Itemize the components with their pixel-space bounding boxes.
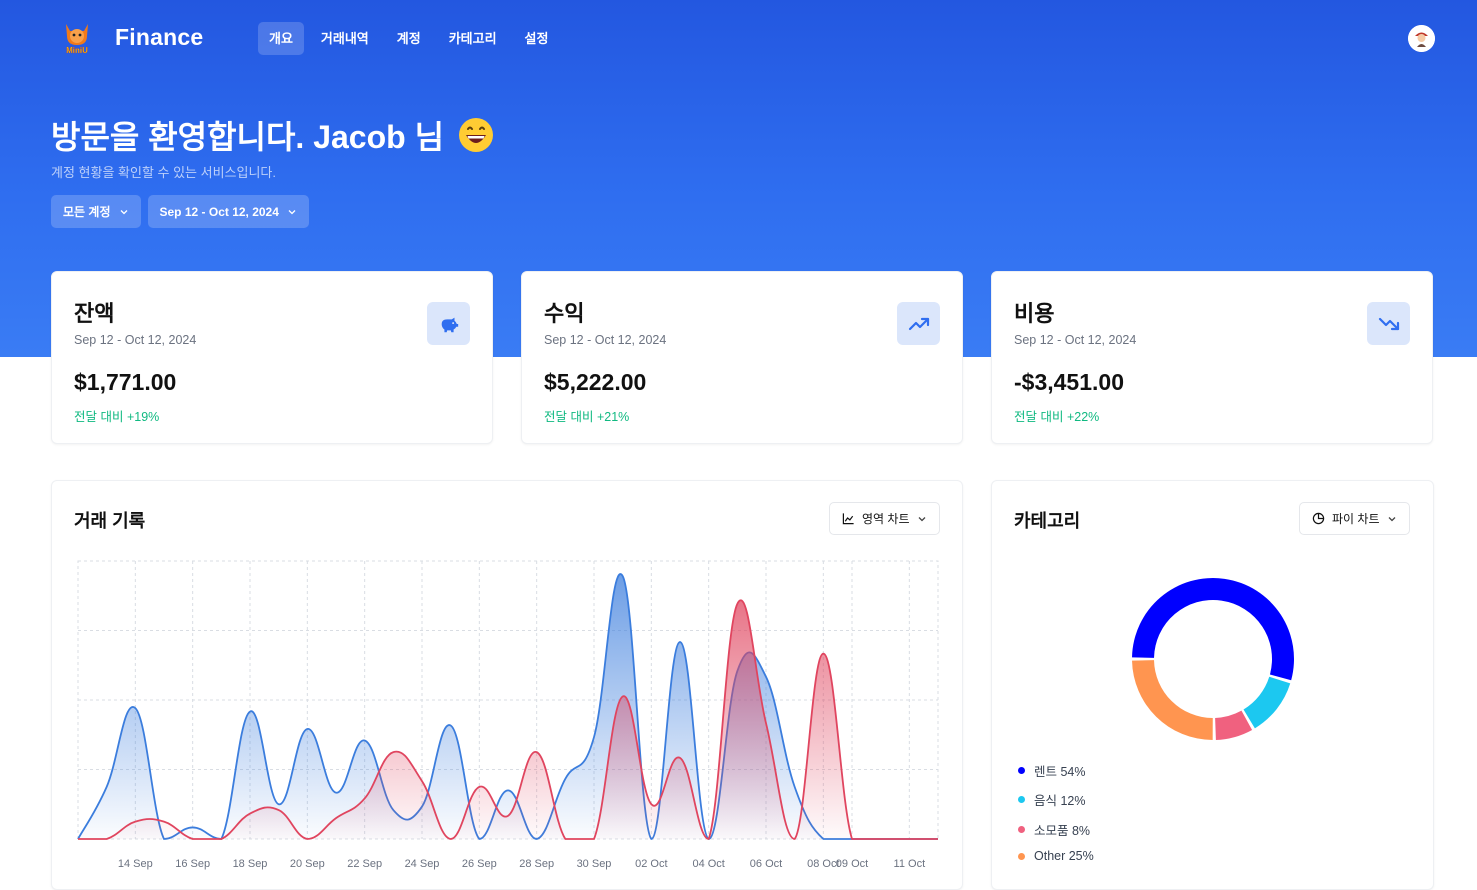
legend-dot (1018, 767, 1025, 774)
legend-label: Other 25% (1034, 849, 1094, 863)
slice-food[interactable] (1243, 676, 1291, 729)
card-title: 수익 (544, 301, 585, 326)
legend-dot (1018, 796, 1025, 803)
change-label: 전달 대비 (1014, 410, 1064, 424)
x-tick-label: 08 Oct (807, 858, 839, 870)
user-avatar[interactable] (1408, 25, 1435, 52)
svg-text:MiniU: MiniU (66, 46, 88, 55)
top-nav: MiniU Finance 개요 거래내역 계정 카테고리 설정 (0, 0, 1477, 78)
grinning-face-icon (459, 118, 494, 152)
nav-links: 개요 거래내역 계정 카테고리 설정 (258, 22, 559, 55)
brand-name[interactable]: Finance (115, 24, 203, 51)
nav-link-categories[interactable]: 카테고리 (438, 22, 508, 55)
change-value: +22% (1066, 410, 1100, 424)
x-tick-label: 24 Sep (405, 858, 440, 870)
balance-card: 잔액 Sep 12 - Oct 12, 2024 $1,771.00 전달 대비… (51, 271, 493, 444)
date-range-label: Sep 12 - Oct 12, 2024 (159, 204, 279, 219)
x-tick-label: 14 Sep (118, 858, 153, 870)
chevron-down-icon (288, 209, 296, 214)
welcome-subtitle: 계정 현황을 확인할 수 있는 서비스입니다. (51, 165, 276, 180)
x-tick-label: 18 Sep (233, 858, 268, 870)
card-title: 잔액 (74, 301, 115, 326)
change-value: +21% (596, 410, 630, 424)
transactions-panel: 거래 기록 영역 차트 14 Sep 16 Sep 18 Sep 20 Sep 22 S… (51, 480, 963, 890)
trending-down-icon (1367, 302, 1410, 345)
x-tick-label: 30 Sep (577, 858, 612, 870)
legend-item-supplies: 소모품 8% (1018, 820, 1090, 839)
legend-item-food: 음식 12% (1018, 790, 1086, 809)
legend-label: 소모품 8% (1034, 824, 1091, 838)
trending-up-icon (897, 302, 940, 345)
x-tick-label: 02 Oct (635, 858, 667, 870)
pie-type-label: 파이 차트 (1332, 512, 1380, 526)
transactions-area-chart: 14 Sep 16 Sep 18 Sep 20 Sep 22 Sep 24 Sep 26 S… (77, 560, 939, 870)
filter-bar: 모든 계정 Sep 12 - Oct 12, 2024 (51, 195, 309, 228)
chevron-down-icon (120, 209, 127, 214)
categories-panel: 카테고리 파이 차트 렌트 54% 음식 12% 소모품 8% Other 25… (991, 480, 1434, 890)
pie-chart-icon (1312, 512, 1325, 525)
nav-link-transactions[interactable]: 거래내역 (310, 22, 380, 55)
legend-item-rent: 렌트 54% (1018, 761, 1086, 780)
date-range-dropdown[interactable]: Sep 12 - Oct 12, 2024 (147, 195, 309, 228)
expense-card: 비용 Sep 12 - Oct 12, 2024 -$3,451.00 전달 대… (991, 271, 1433, 444)
slice-rent[interactable] (1132, 577, 1294, 681)
card-title: 비용 (1014, 301, 1055, 326)
x-tick-label: 26 Sep (462, 858, 497, 870)
welcome-heading: 방문을 환영합니다. Jacob 님 (51, 112, 494, 158)
card-period: Sep 12 - Oct 12, 2024 (1014, 333, 1137, 347)
slice-supplies[interactable] (1215, 710, 1253, 740)
account-filter-dropdown[interactable]: 모든 계정 (51, 195, 141, 228)
x-tick-label: 22 Sep (347, 858, 382, 870)
card-change: 전달 대비 +21% (544, 406, 629, 425)
chevron-down-icon (1388, 516, 1395, 521)
legend-dot (1018, 852, 1025, 860)
nav-link-overview[interactable]: 개요 (258, 22, 304, 55)
x-tick-label: 16 Sep (175, 858, 210, 870)
change-label: 전달 대비 (544, 410, 594, 424)
cat-logo-icon: MiniU (66, 24, 88, 55)
account-filter-label: 모든 계정 (63, 205, 111, 219)
pie-type-selector[interactable]: 파이 차트 (1299, 502, 1410, 535)
income-card: 수익 Sep 12 - Oct 12, 2024 $5,222.00 전달 대비… (521, 271, 963, 444)
legend-label: 음식 12% (1034, 794, 1086, 808)
x-tick-label: 04 Oct (692, 858, 724, 870)
avatar-icon (1408, 25, 1435, 52)
x-tick-label: 09 Oct (836, 858, 868, 870)
x-tick-label: 28 Sep (519, 858, 554, 870)
card-amount: $5,222.00 (544, 369, 647, 395)
legend-dot (1018, 826, 1025, 833)
legend-item-other: Other 25% (1018, 849, 1094, 863)
card-change: 전달 대비 +22% (1014, 406, 1099, 425)
card-period: Sep 12 - Oct 12, 2024 (544, 333, 667, 347)
nav-link-settings[interactable]: 설정 (514, 22, 560, 55)
x-tick-label: 06 Oct (750, 858, 782, 870)
card-amount: $1,771.00 (74, 369, 177, 395)
change-label: 전달 대비 (74, 410, 124, 424)
card-period: Sep 12 - Oct 12, 2024 (74, 333, 197, 347)
categories-title: 카테고리 (1014, 511, 1081, 531)
category-donut-chart (1132, 577, 1294, 740)
slice-other[interactable] (1132, 660, 1213, 740)
x-tick-label: 11 Oct (894, 858, 926, 870)
nav-link-accounts[interactable]: 계정 (386, 22, 432, 55)
piggy-bank-icon (427, 302, 470, 345)
welcome-text: 방문을 환영합니다. Jacob 님 (51, 119, 445, 155)
card-amount: -$3,451.00 (1014, 369, 1124, 395)
card-change: 전달 대비 +19% (74, 406, 159, 425)
change-value: +19% (126, 410, 160, 424)
x-tick-label: 20 Sep (290, 858, 325, 870)
legend-label: 렌트 54% (1034, 765, 1086, 779)
brand-logo[interactable]: MiniU (58, 18, 96, 56)
